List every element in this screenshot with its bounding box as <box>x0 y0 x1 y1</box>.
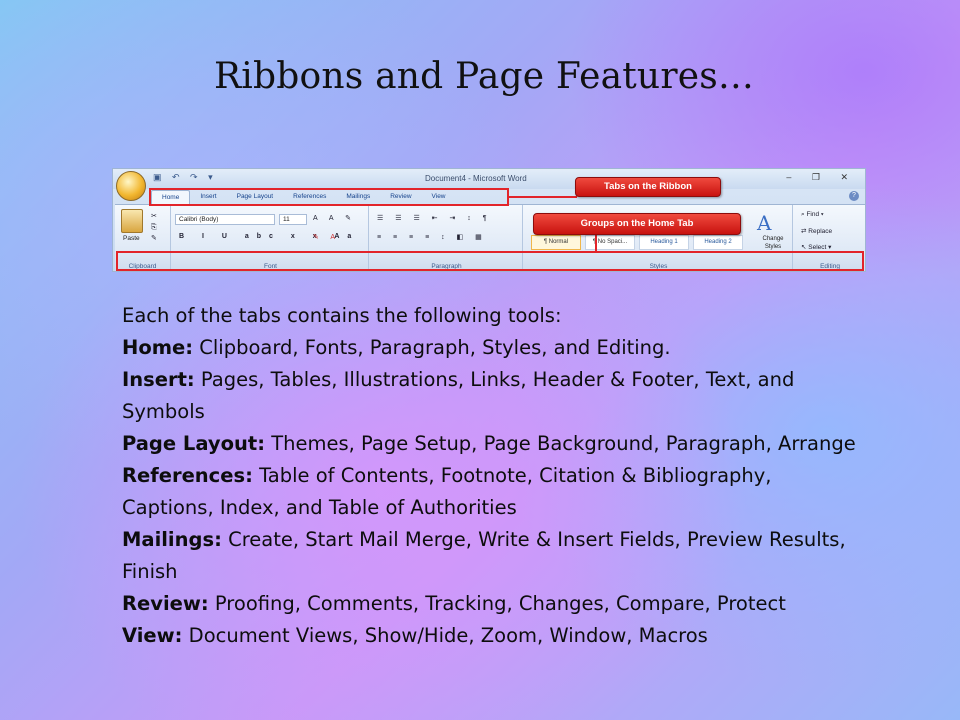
list-item-review: Review: Proofing, Comments, Tracking, Ch… <box>122 588 862 620</box>
term-page-layout: Page Layout: <box>122 432 265 455</box>
change-styles-icon: A <box>757 211 772 235</box>
find-button[interactable]: ⌕ Find ▾ <box>801 211 824 219</box>
list-item-page-layout: Page Layout: Themes, Page Setup, Page Ba… <box>122 428 862 460</box>
cut-copy-icons[interactable]: ✂ ⎘ ✎ <box>151 211 159 244</box>
change-styles-label: Change Styles <box>762 236 784 250</box>
tabs-callout: Tabs on the Ribbon <box>575 177 721 197</box>
paste-icon[interactable] <box>121 209 143 233</box>
tabs-highlight-box <box>149 188 509 206</box>
term-mailings: Mailings: <box>122 528 222 551</box>
desc-home: Clipboard, Fonts, Paragraph, Styles, and… <box>193 336 671 359</box>
word-title-bar: ▣ ↶ ↷ ▾ Document4 - Microsoft Word ‒ ❐ ✕ <box>113 169 865 189</box>
tabs-callout-line <box>509 196 577 198</box>
replace-button[interactable]: ⇄ Replace <box>801 227 832 235</box>
paste-button[interactable]: Paste <box>123 235 140 242</box>
style-heading-2[interactable]: Heading 2 <box>693 235 743 250</box>
term-home: Home: <box>122 336 194 359</box>
list-item-view: View: Document Views, Show/Hide, Zoom, W… <box>122 620 862 652</box>
desc-insert: Pages, Tables, Illustrations, Links, Hea… <box>122 368 795 423</box>
font-size-select[interactable]: 11 <box>279 214 307 225</box>
term-review: Review: <box>122 592 209 615</box>
align-icons[interactable]: ≡ ≡ ≡ ≡ ↕ ◧ ▦ <box>377 233 487 241</box>
slide-title: Ribbons and Page Features… <box>214 56 755 97</box>
slide-body: Each of the tabs contains the following … <box>122 300 862 652</box>
style-normal[interactable]: ¶ Normal <box>531 235 581 250</box>
list-item-insert: Insert: Pages, Tables, Illustrations, Li… <box>122 364 862 428</box>
intro-line: Each of the tabs contains the following … <box>122 304 562 327</box>
term-references: References: <box>122 464 253 487</box>
desc-view: Document Views, Show/Hide, Zoom, Window,… <box>182 624 708 647</box>
term-insert: Insert: <box>122 368 195 391</box>
desc-page-layout: Themes, Page Setup, Page Background, Par… <box>265 432 856 455</box>
select-button[interactable]: ↖ Select ▾ <box>801 243 831 251</box>
list-item-references: References: Table of Contents, Footnote,… <box>122 460 862 524</box>
find-label: Find <box>806 211 820 218</box>
list-item-home: Home: Clipboard, Fonts, Paragraph, Style… <box>122 332 862 364</box>
office-button-icon[interactable] <box>116 171 146 201</box>
desc-review: Proofing, Comments, Tracking, Changes, C… <box>208 592 786 615</box>
list-icons[interactable]: ☰ ☰ ☰ ⇤ ⇥ ↕ ¶ <box>377 214 492 222</box>
window-controls[interactable]: ‒ ❐ ✕ <box>786 172 857 183</box>
help-icon[interactable]: ? <box>849 191 859 201</box>
replace-label: Replace <box>808 228 833 235</box>
font-name-select[interactable]: Calibri (Body) <box>175 214 275 225</box>
groups-callout: Groups on the Home Tab <box>533 213 741 235</box>
font-color-icon[interactable]: ✎ A <box>313 233 340 241</box>
desc-mailings: Create, Start Mail Merge, Write & Insert… <box>122 528 846 583</box>
quick-access-toolbar[interactable]: ▣ ↶ ↷ ▾ <box>153 172 217 183</box>
ribbon-screenshot: ▣ ↶ ↷ ▾ Document4 - Microsoft Word ‒ ❐ ✕… <box>112 168 866 272</box>
select-label: Select <box>808 244 827 251</box>
style-heading-1[interactable]: Heading 1 <box>639 235 689 250</box>
grow-shrink-font-icons[interactable]: A A ✎ <box>313 214 356 222</box>
term-view: View: <box>122 624 183 647</box>
window-title: Document4 - Microsoft Word <box>425 174 527 183</box>
style-no-spacing[interactable]: ¶ No Spaci... <box>585 235 635 250</box>
groups-callout-line <box>595 235 597 253</box>
groups-highlight-box <box>116 251 864 271</box>
list-item-mailings: Mailings: Create, Start Mail Merge, Writ… <box>122 524 862 588</box>
